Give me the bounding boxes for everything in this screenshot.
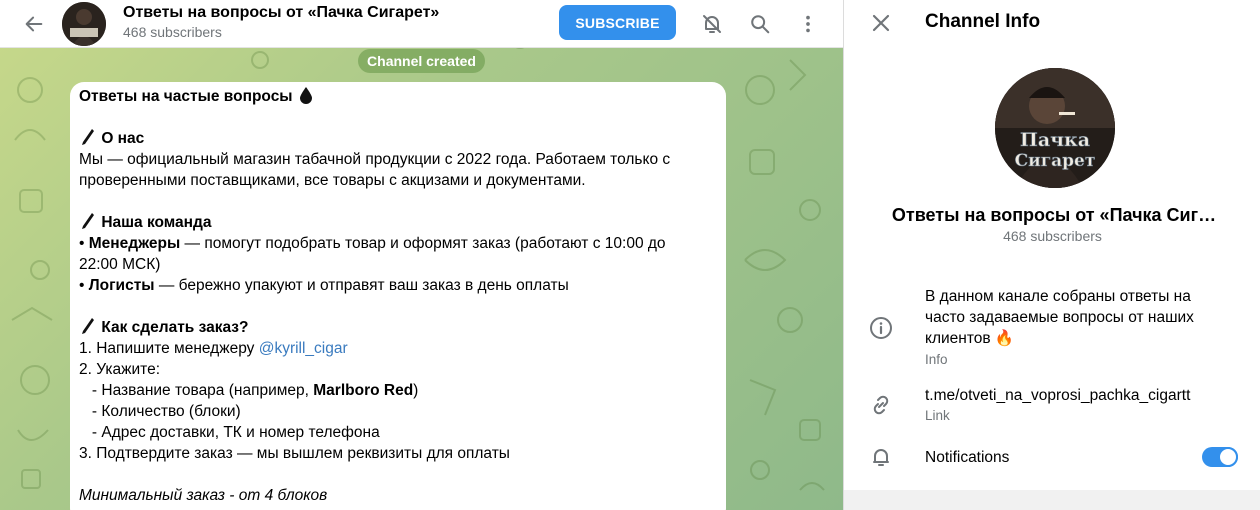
step-1-text: 1. Напишите менеджеру xyxy=(79,340,259,357)
message-heading-line: Ответы на частые вопросы xyxy=(79,86,717,107)
back-button[interactable] xyxy=(20,10,48,38)
link-icon xyxy=(868,392,894,418)
about-text-1: Мы — официальный магазин табачной продук… xyxy=(79,151,671,168)
step-2-a-prefix: - Название товара (например, xyxy=(79,382,314,399)
info-panel-title: Channel Info xyxy=(925,11,1041,32)
notifications-toggle[interactable] xyxy=(1202,447,1238,467)
search-button[interactable] xyxy=(746,10,774,38)
managers-text: — помогут подобрать товар и оформят зака… xyxy=(180,235,666,252)
manager-username-link[interactable]: @kyrill_cigar xyxy=(259,340,348,357)
description-line-1: В данном канале собраны ответы на xyxy=(925,288,1191,305)
close-info-button[interactable] xyxy=(868,10,894,36)
service-message: Channel created xyxy=(358,49,485,73)
link-caption: Link xyxy=(925,408,950,423)
more-button[interactable] xyxy=(794,10,822,38)
channel-avatar[interactable] xyxy=(62,2,106,46)
description-line-2: часто задаваемые вопросы от наших xyxy=(925,309,1194,326)
drop-emoji-icon xyxy=(299,87,312,104)
team-title-line: Наша команда xyxy=(79,212,717,233)
channel-avatar-image xyxy=(62,2,106,46)
channel-avatar-large[interactable]: Пачка Сигарет xyxy=(995,68,1115,188)
bullet: • xyxy=(79,277,85,294)
managers-text-cont: 22:00 МСК) xyxy=(79,256,161,273)
min-order-line: Минимальный заказ - от 4 блоков xyxy=(79,485,717,506)
step-2: 2. Укажите: xyxy=(79,361,161,378)
about-title-line: О нас xyxy=(79,128,717,149)
message-bubble[interactable]: Ответы на частые вопросы О нас Мы — офиц… xyxy=(70,82,726,510)
message-heading: Ответы на частые вопросы xyxy=(79,88,293,105)
description-line-3: клиентов 🔥 xyxy=(925,330,1015,347)
info-panel-footer xyxy=(844,490,1260,510)
toggle-knob xyxy=(1218,447,1238,467)
chat-header: Ответы на вопросы от «Пачка Сигарет» 468… xyxy=(0,0,843,48)
info-subscriber-count: 468 subscribers xyxy=(1003,228,1102,244)
pen-emoji-icon xyxy=(82,129,94,145)
product-example: Marlboro Red xyxy=(313,382,414,399)
description-caption: Info xyxy=(925,352,948,367)
order-title-line: Как сделать заказ? xyxy=(79,317,717,338)
logists-text: — бережно упакуют и отправят ваш заказ в… xyxy=(154,277,569,294)
step-2-a-suffix: ) xyxy=(413,382,419,399)
search-icon xyxy=(751,15,770,34)
channel-info-panel: Channel Info Пачка Сигарет Ответы на воп… xyxy=(843,0,1260,510)
managers-label: Менеджеры xyxy=(88,235,181,252)
avatar-lettering-2: Сигарет xyxy=(1015,151,1096,171)
bullet: • xyxy=(79,235,85,252)
step-2-a: - Название товара (например, Marlboro Re… xyxy=(79,380,717,401)
chat-pane: Ответы на вопросы от «Пачка Сигарет» 468… xyxy=(0,0,843,510)
managers-line: • Менеджеры — помогут подобрать товар и … xyxy=(79,233,717,254)
order-title: Как сделать заказ? xyxy=(101,319,249,336)
bell-icon xyxy=(868,444,894,470)
pen-emoji-icon xyxy=(82,318,94,334)
info-circle-icon xyxy=(868,315,894,341)
channel-title[interactable]: Ответы на вопросы от «Пачка Сигарет» xyxy=(123,4,439,22)
close-icon xyxy=(872,14,890,32)
channel-description[interactable]: В данном канале собраны ответы на часто … xyxy=(925,286,1194,349)
more-vertical-icon xyxy=(806,15,810,33)
mute-button[interactable] xyxy=(698,10,726,38)
channel-avatar-large-image: Пачка Сигарет xyxy=(995,68,1115,188)
step-1: 1. Напишите менеджеру @kyrill_cigar xyxy=(79,338,717,359)
logists-line: • Логисты — бережно упакуют и отправят в… xyxy=(79,275,717,296)
channel-link[interactable]: t.me/otveti_na_voprosi_pachka_cigartt xyxy=(925,385,1190,406)
about-text-2: проверенными поставщиками, все товары с … xyxy=(79,172,586,189)
info-channel-name: Ответы на вопросы от «Пачка Сиг… xyxy=(891,205,1217,225)
subscribe-button[interactable]: SUBSCRIBE xyxy=(559,5,676,40)
arrow-left-icon xyxy=(25,16,43,32)
min-order-text: Минимальный заказ - от 4 блоков xyxy=(79,487,328,504)
step-3: 3. Подтвердите заказ — мы вышлем реквизи… xyxy=(79,445,510,462)
subscriber-count: 468 subscribers xyxy=(123,24,222,40)
notifications-label: Notifications xyxy=(925,449,1010,466)
logists-label: Логисты xyxy=(88,277,155,294)
bell-off-icon xyxy=(703,15,721,33)
pen-emoji-icon xyxy=(82,213,94,229)
about-title: О нас xyxy=(101,130,145,147)
avatar-lettering-1: Пачка xyxy=(1020,129,1090,151)
team-title: Наша команда xyxy=(101,214,212,231)
step-2-b: - Количество (блоки) xyxy=(79,403,241,420)
step-2-c: - Адрес доставки, ТК и номер телефона xyxy=(79,424,380,441)
